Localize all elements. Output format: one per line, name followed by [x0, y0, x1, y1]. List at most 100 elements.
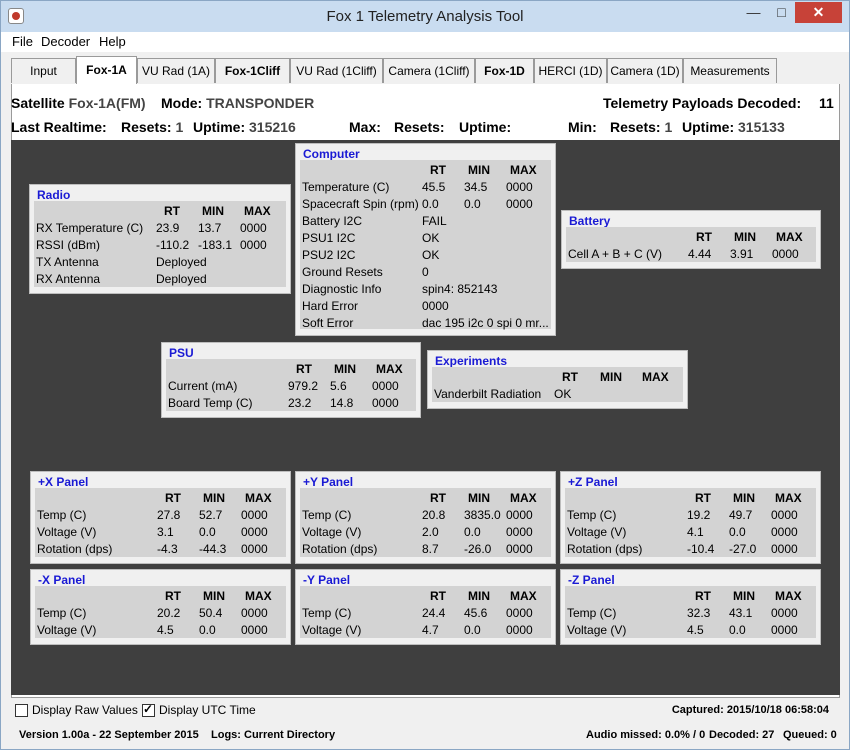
menu-file[interactable]: File — [12, 34, 33, 49]
row-label: Temp (C) — [37, 508, 87, 522]
queued-count: Queued: 0 — [783, 729, 837, 741]
row-max-value: 0000 — [771, 508, 798, 522]
panel-title: +Z Panel — [568, 475, 618, 489]
row-rt-value: 8.7 — [422, 542, 439, 556]
row-rt-value: 0 — [422, 265, 429, 279]
captured-timestamp: Captured: 2015/10/18 06:58:04 — [671, 704, 829, 716]
menu-help[interactable]: Help — [99, 34, 126, 49]
row-rt-value: 23.2 — [288, 396, 312, 410]
row-rt-value: 3.1 — [157, 525, 174, 539]
rt-uptime-value: 315216 — [249, 119, 296, 135]
col-header-min: MIN — [733, 589, 755, 603]
title-bar[interactable]: Fox 1 Telemetry Analysis Tool — □ ✕ — [1, 1, 849, 32]
row-rt-value: 24.4 — [422, 606, 446, 620]
row-rt-value: 2.0 — [422, 525, 439, 539]
radio-panel: Radio RT MIN MAX RX Temperature (C) 23.9 13.7 0… — [29, 184, 291, 294]
tab-measurements[interactable]: Measurements — [683, 58, 777, 83]
menu-decoder[interactable]: Decoder — [41, 34, 90, 49]
tab-camera-1d[interactable]: Camera (1D) — [607, 58, 683, 83]
minimize-button[interactable]: — — [739, 2, 768, 23]
row-label: Ground Resets — [302, 265, 383, 279]
panel-body: RT MIN MAX Cell A + B + C (V) 4.44 3.91 0000 — [566, 227, 816, 262]
row-label: Temp (C) — [567, 508, 617, 522]
row-max-value: 0000 — [506, 623, 533, 637]
row-min-value: 3.91 — [730, 247, 754, 261]
row-label: PSU2 I2C — [302, 248, 356, 262]
row-label: RX Antenna — [36, 272, 101, 286]
min-label: Min: — [568, 119, 597, 135]
panel-title: Computer — [303, 147, 360, 161]
tab-fox-1cliff[interactable]: Fox-1Cliff — [215, 58, 290, 83]
col-header-rt: RT — [165, 589, 181, 603]
row-max-value: 0000 — [506, 606, 533, 620]
row-rt-value: 45.5 — [422, 180, 446, 194]
raw-values-label[interactable]: Display Raw Values — [32, 703, 138, 717]
version-text: Version 1.00a - 22 September 2015 — [19, 729, 199, 741]
panel-body: RT MIN MAX Temp (C) 19.2 49.7 0000 Voltage (V) 4… — [565, 488, 816, 557]
z-minus-panel: -Z Panel RT MIN MAX Temp (C) 32.3 43.1 0000 Volt… — [560, 569, 821, 645]
col-header-min: MIN — [468, 491, 490, 505]
z-plus-panel: +Z Panel RT MIN MAX Temp (C) 19.2 49.7 0000 Volt… — [560, 471, 821, 564]
row-rt-value: 0000 — [422, 299, 449, 313]
col-header-max: MAX — [775, 589, 802, 603]
panel-title: -X Panel — [38, 573, 86, 587]
panel-title: +X Panel — [38, 475, 89, 489]
col-header-max: MAX — [245, 589, 272, 603]
row-label: Voltage (V) — [567, 623, 627, 637]
row-min-value: -27.0 — [729, 542, 757, 556]
row-label: Voltage (V) — [567, 525, 627, 539]
row-max-value: 0000 — [506, 508, 533, 522]
row-label: Hard Error — [302, 299, 359, 313]
utc-time-checkbox[interactable] — [142, 702, 155, 717]
row-rt-value: 4.44 — [688, 247, 712, 261]
row-label: Rotation (dps) — [302, 542, 378, 556]
col-header-rt: RT — [430, 491, 446, 505]
y-plus-panel: +Y Panel RT MIN MAX Temp (C) 20.8 3835.0 0000 Vo… — [295, 471, 556, 564]
logs-text: Logs: Current Directory — [211, 729, 336, 741]
battery-panel: Battery RT MIN MAX Cell A + B + C (V) 4.44 3.9… — [561, 210, 821, 269]
tab-camera-1cliff[interactable]: Camera (1Cliff) — [383, 58, 475, 83]
col-header-rt: RT — [165, 491, 181, 505]
mode-value: TRANSPONDER — [206, 95, 315, 111]
close-button[interactable]: ✕ — [795, 2, 842, 23]
row-label: TX Antenna — [36, 255, 99, 269]
min-uptime: Uptime: 315133 — [682, 119, 785, 135]
row-max-value: 0000 — [771, 606, 798, 620]
satellite-label: Satellite — [11, 95, 65, 111]
row-max-value: 0000 — [240, 221, 267, 235]
tab-vu-rad-1cliff[interactable]: VU Rad (1Cliff) — [290, 58, 383, 83]
psu-panel: PSU RT MIN MAX Current (mA) 979.2 5.6 0000 Board… — [161, 342, 421, 418]
payloads-label: Telemetry Payloads Decoded: — [603, 95, 802, 111]
row-rt-value: 27.8 — [157, 508, 181, 522]
tab-input[interactable]: Input — [11, 58, 76, 83]
row-label: Voltage (V) — [302, 525, 362, 539]
col-header-min: MIN — [202, 204, 224, 218]
row-min-value: 0.0 — [729, 525, 746, 539]
mode-header: Mode: TRANSPONDER — [161, 95, 314, 111]
panel-body: RT MIN MAX Current (mA) 979.2 5.6 0000 Board Te… — [166, 359, 416, 411]
col-header-rt: RT — [296, 362, 312, 376]
col-header-max: MAX — [776, 230, 803, 244]
row-min-value: 34.5 — [464, 180, 488, 194]
row-rt-value: OK — [554, 387, 572, 401]
tab-herci-1d[interactable]: HERCI (1D) — [534, 58, 607, 83]
min-uptime-label: Uptime: — [682, 119, 735, 135]
tab-vu-rad-1a[interactable]: VU Rad (1A) — [137, 58, 215, 83]
rt-resets: Resets: 1 — [121, 119, 183, 135]
col-header-min: MIN — [468, 163, 490, 177]
raw-values-checkbox[interactable] — [15, 704, 28, 717]
row-label: Temp (C) — [302, 508, 352, 522]
maximize-button[interactable]: □ — [768, 2, 795, 23]
col-header-max: MAX — [510, 163, 537, 177]
utc-time-label[interactable]: Display UTC Time — [159, 703, 256, 717]
tab-fox-1a[interactable]: Fox-1A — [76, 56, 137, 84]
row-rt-value: 32.3 — [687, 606, 711, 620]
row-max-value: 0000 — [771, 525, 798, 539]
row-label: Current (mA) — [168, 379, 238, 393]
tab-fox-1d[interactable]: Fox-1D — [475, 58, 534, 83]
col-header-rt: RT — [695, 589, 711, 603]
rt-uptime: Uptime: 315216 — [193, 119, 296, 135]
row-max-value: 0000 — [241, 606, 268, 620]
row-rt-value: 4.5 — [687, 623, 704, 637]
col-header-min: MIN — [600, 370, 622, 384]
